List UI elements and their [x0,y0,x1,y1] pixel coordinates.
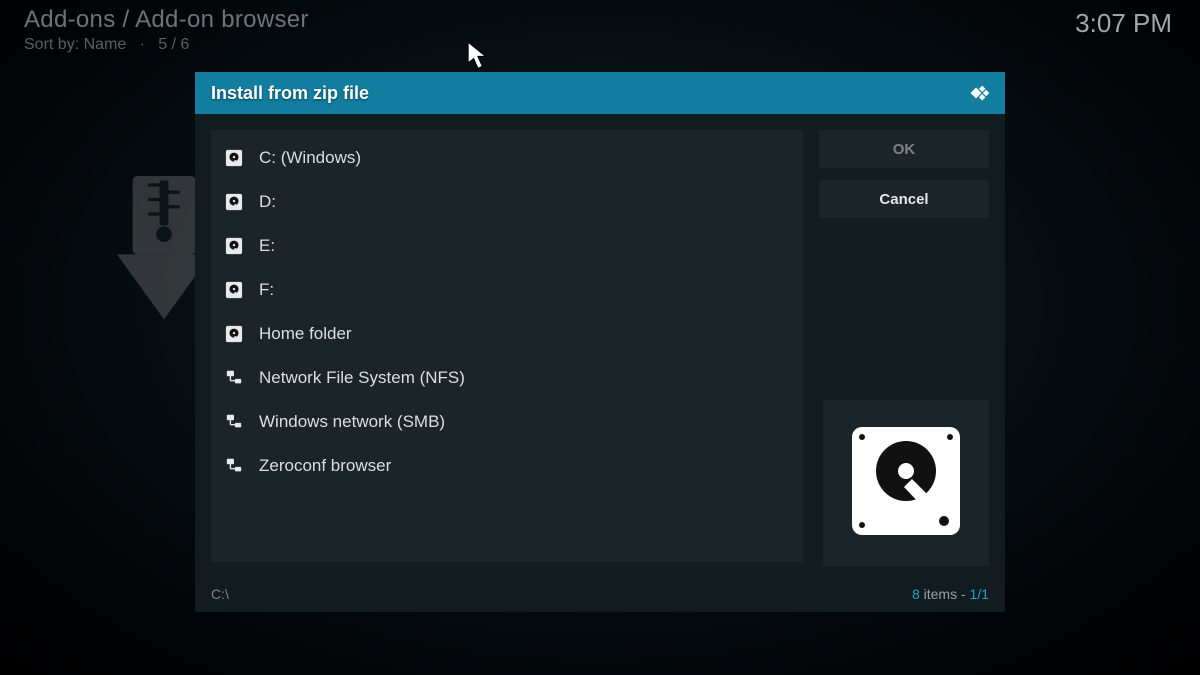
breadcrumb: Add-ons / Add-on browser [24,6,309,34]
disk-icon [225,149,243,167]
file-item-d-drive[interactable]: D: [211,180,803,224]
sort-label: Sort by: Name [24,36,126,53]
kodi-logo-icon [963,80,989,106]
file-item-label: Zeroconf browser [259,456,391,476]
sort-info: Sort by: Name · 5 / 6 [24,36,189,54]
file-item-label: F: [259,280,274,300]
disk-icon [225,281,243,299]
disk-icon [225,237,243,255]
cancel-button[interactable]: Cancel [819,180,989,218]
network-icon [225,457,243,475]
dialog-title: Install from zip file [211,83,369,104]
file-item-label: Network File System (NFS) [259,368,465,388]
dialog-right-column: OK Cancel [819,130,989,566]
disk-icon [225,193,243,211]
clock: 3:07 PM [1075,8,1172,39]
install-zip-dialog: Install from zip file [195,72,1005,612]
file-item-e-drive[interactable]: E: [211,224,803,268]
hard-disk-icon [846,421,966,546]
ok-button[interactable]: OK [819,130,989,168]
file-list-panel[interactable]: C: (Windows) D: E: [211,130,803,562]
file-item-label: E: [259,236,275,256]
dialog-body: C: (Windows) D: E: [195,114,1005,566]
selection-preview [823,400,989,566]
footer-right: 8 items - 1/1 [912,586,989,602]
current-path: C:\ [211,586,229,602]
file-item-label: D: [259,192,276,212]
items-word: items - [920,586,970,602]
file-item-zeroconf[interactable]: Zeroconf browser [211,444,803,488]
file-item-c-drive[interactable]: C: (Windows) [211,136,803,180]
screen: Add-ons / Add-on browser Sort by: Name ·… [0,0,1200,675]
dialog-header: Install from zip file [195,72,1005,114]
sort-separator: · [131,36,154,53]
network-icon [225,413,243,431]
item-count: 8 [912,586,920,602]
file-item-nfs[interactable]: Network File System (NFS) [211,356,803,400]
disk-icon [225,325,243,343]
file-item-f-drive[interactable]: F: [211,268,803,312]
network-icon [225,369,243,387]
file-item-label: Windows network (SMB) [259,412,445,432]
dialog-footer: C:\ 8 items - 1/1 [211,586,989,602]
file-item-home-folder[interactable]: Home folder [211,312,803,356]
mouse-cursor-icon [467,41,489,69]
page-indicator: 1/1 [970,586,989,602]
file-item-label: C: (Windows) [259,148,361,168]
sort-index: 5 / 6 [158,36,189,53]
file-item-label: Home folder [259,324,352,344]
file-item-smb[interactable]: Windows network (SMB) [211,400,803,444]
